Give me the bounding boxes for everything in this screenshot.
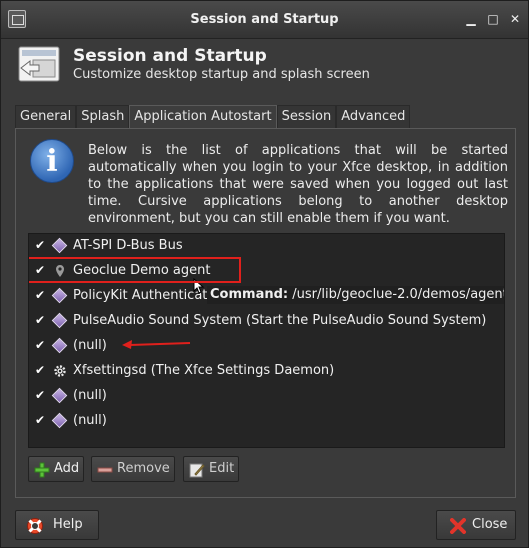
add-button[interactable]: Add <box>28 456 84 482</box>
item-label: (null) <box>73 388 107 403</box>
plus-icon <box>34 462 50 478</box>
checkbox[interactable]: ✔ <box>35 364 47 376</box>
minimize-icon[interactable]: ▁ <box>463 11 479 27</box>
window-title: Session and Startup <box>190 12 339 27</box>
list-item[interactable]: ✔ (null) <box>29 409 504 434</box>
close-x-icon <box>450 518 466 534</box>
list-item[interactable]: ✔ AT-SPI D-Bus Bus <box>29 234 504 259</box>
add-label: Add <box>54 461 80 476</box>
remove-button[interactable]: Remove <box>91 456 175 482</box>
checkbox[interactable]: ✔ <box>35 339 47 351</box>
edit-icon <box>189 463 205 478</box>
highlight-box <box>29 257 241 283</box>
help-label: Help <box>53 517 83 532</box>
list-item[interactable]: ✔ (null) <box>29 384 504 409</box>
app-diamond-icon <box>51 337 68 354</box>
app-diamond-icon <box>51 387 68 404</box>
tab-advanced[interactable]: Advanced <box>336 105 411 129</box>
minus-icon <box>97 467 113 473</box>
session-settings-icon <box>18 46 60 82</box>
app-diamond-icon <box>51 287 68 304</box>
tooltip-value: /usr/lib/geoclue-2.0/demos/agent <box>292 287 505 302</box>
list-item[interactable]: ✔ Xfsettingsd (The Xfce Settings Daemon) <box>29 359 504 384</box>
tab-splash[interactable]: Splash <box>76 105 130 129</box>
checkbox[interactable]: ✔ <box>35 389 47 401</box>
title-bar[interactable]: Session and Startup ▁ □ ✕ <box>1 1 528 39</box>
tab-bar: General Splash Application Autostart Ses… <box>15 105 411 129</box>
close-button[interactable]: Close <box>436 510 516 540</box>
close-icon[interactable]: ✕ <box>507 11 523 27</box>
maximize-icon[interactable]: □ <box>485 11 501 27</box>
item-label: (null) <box>73 338 107 353</box>
lifebuoy-icon <box>27 518 43 534</box>
close-label: Close <box>472 517 508 532</box>
item-label: Xfsettingsd (The Xfce Settings Daemon) <box>73 363 335 378</box>
info-icon: i <box>30 139 74 183</box>
item-label: AT-SPI D-Bus Bus <box>73 238 183 253</box>
page-title: Session and Startup <box>73 46 267 66</box>
autostart-panel: i Below is the list of applications that… <box>15 128 516 498</box>
tab-application-autostart[interactable]: Application Autostart <box>129 105 277 129</box>
tooltip-key: Command: <box>210 287 289 302</box>
checkbox[interactable]: ✔ <box>35 239 47 251</box>
checkbox[interactable]: ✔ <box>35 314 47 326</box>
item-label: PulseAudio Sound System (Start the Pulse… <box>73 313 487 328</box>
autostart-list[interactable]: ✔ AT-SPI D-Bus Bus ✔ Geoclue Demo agent … <box>28 233 505 448</box>
app-diamond-icon <box>51 237 68 254</box>
app-diamond-icon <box>51 312 68 329</box>
item-label: (null) <box>73 413 107 428</box>
checkbox[interactable]: ✔ <box>35 414 47 426</box>
list-item[interactable]: ✔ PulseAudio Sound System (Start the Pul… <box>29 309 504 334</box>
list-item[interactable]: ✔ (null) <box>29 334 504 359</box>
info-text: Below is the list of applications that w… <box>88 143 508 226</box>
page-subtitle: Customize desktop startup and splash scr… <box>73 67 370 82</box>
app-diamond-icon <box>51 412 68 429</box>
red-arrow-annotation <box>122 340 191 349</box>
checkbox[interactable]: ✔ <box>35 289 47 301</box>
edit-label: Edit <box>209 461 235 476</box>
item-label: PolicyKit Authenticat <box>73 288 208 303</box>
remove-label: Remove <box>117 461 170 476</box>
help-button[interactable]: Help <box>15 510 99 540</box>
command-tooltip: Command: /usr/lib/geoclue-2.0/demos/agen… <box>207 286 505 304</box>
tab-session[interactable]: Session <box>276 105 337 129</box>
session-startup-window: Session and Startup ▁ □ ✕ Session and St… <box>0 0 529 548</box>
tab-general[interactable]: General <box>15 105 77 129</box>
edit-button[interactable]: Edit <box>183 456 239 482</box>
gear-icon <box>53 364 67 378</box>
